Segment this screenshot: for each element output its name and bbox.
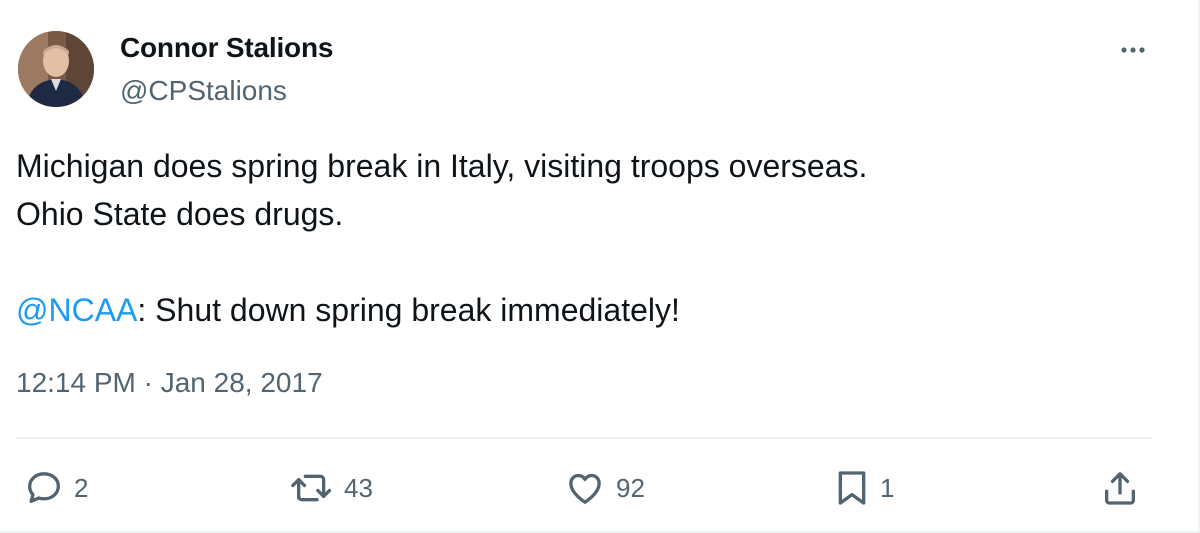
- tweet-timestamp[interactable]: 12:14 PM · Jan 28, 2017: [16, 367, 323, 399]
- tweet-card: Connor Stalions @CPStalions Michigan doe…: [0, 0, 1200, 533]
- tweet-text-line: @NCAA: Shut down spring break immediatel…: [16, 286, 1166, 334]
- bookmark-count: 1: [880, 472, 895, 503]
- more-icon: [1121, 47, 1145, 53]
- like-button[interactable]: 92: [564, 468, 645, 508]
- reply-button[interactable]: 2: [24, 468, 88, 508]
- author-handle[interactable]: @CPStalions: [120, 75, 287, 107]
- retweet-count: 43: [344, 472, 373, 503]
- tweet-text-fragment: : Shut down spring break immediately!: [137, 292, 680, 328]
- mention-link[interactable]: @NCAA: [16, 292, 137, 328]
- like-icon: [569, 473, 601, 504]
- share-button[interactable]: [1100, 468, 1140, 508]
- retweet-icon: [291, 474, 332, 502]
- author-display-name[interactable]: Connor Stalions: [120, 32, 333, 64]
- bookmark-button[interactable]: 1: [834, 468, 894, 508]
- tweet-text-line: Michigan does spring break in Italy, vis…: [16, 148, 868, 184]
- reply-count: 2: [74, 472, 89, 503]
- bookmark-icon: [838, 471, 866, 505]
- divider: [16, 437, 1152, 439]
- reply-icon: [28, 472, 60, 503]
- more-button[interactable]: [1113, 38, 1153, 62]
- like-count: 92: [616, 472, 645, 503]
- avatar[interactable]: [18, 31, 94, 107]
- share-icon: [1105, 472, 1135, 505]
- retweet-button[interactable]: 43: [290, 468, 373, 508]
- avatar-image: [18, 31, 94, 107]
- tweet-text-line: Ohio State does drugs.: [16, 196, 344, 232]
- tweet-text: Michigan does spring break in Italy, vis…: [16, 142, 1166, 334]
